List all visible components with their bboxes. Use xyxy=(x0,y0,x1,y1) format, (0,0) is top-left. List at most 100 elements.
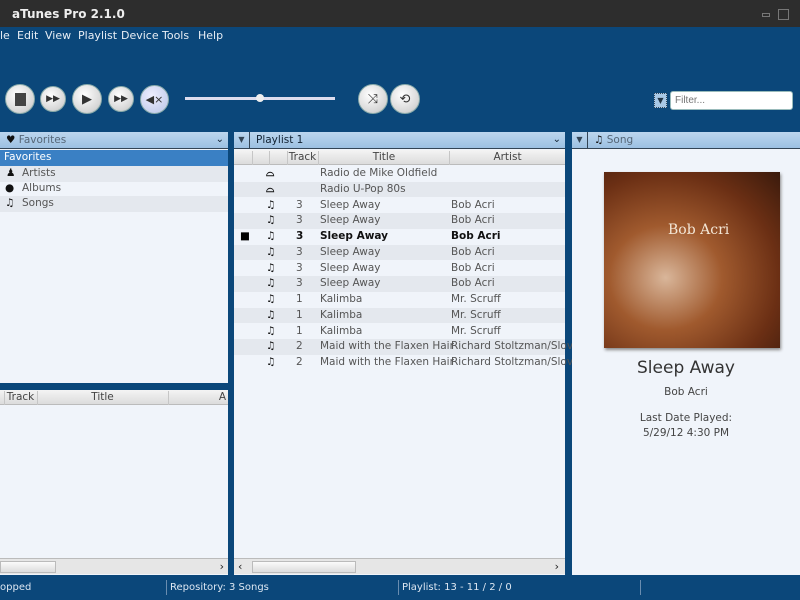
minimize-button[interactable] xyxy=(762,13,770,17)
table-row[interactable]: ♫ 3 Sleep Away Bob Acri xyxy=(234,244,565,261)
menu-edit[interactable]: Edit xyxy=(17,29,38,42)
title-cell: Radio de Mike Oldfield xyxy=(320,167,438,179)
title-cell: Sleep Away xyxy=(320,214,381,227)
table-row[interactable]: ⌓ Radio de Mike Oldfield xyxy=(234,166,565,182)
shuffle-button[interactable]: ⤨ xyxy=(358,84,388,114)
track-cell: 1 xyxy=(296,324,303,337)
tree-item-artists[interactable]: ♟ Artists xyxy=(0,166,228,182)
previous-button[interactable]: ▶▶ xyxy=(40,86,66,112)
table-row[interactable]: ■ ♫ 3 Sleep Away Bob Acri xyxy=(234,229,565,245)
playlist-selector-label: Playlist 1 xyxy=(256,134,304,146)
column-track[interactable]: Track xyxy=(4,391,36,405)
filter-options-button[interactable]: ▼ xyxy=(654,93,667,108)
artist-cell: Bob Acri xyxy=(451,198,495,211)
music-note-icon: ♫ xyxy=(266,230,276,242)
stop-icon xyxy=(14,92,26,106)
scroll-left-icon[interactable]: ‹ xyxy=(238,560,242,573)
table-row[interactable]: ♫ 1 Kalimba Mr. Scruff xyxy=(234,324,565,340)
table-row[interactable]: ♫ 3 Sleep Away Bob Acri xyxy=(234,198,565,214)
table-header: Track Title Artist xyxy=(234,150,565,165)
table-row[interactable]: ♫ 3 Sleep Away Bob Acri xyxy=(234,276,565,292)
song-info-panel: ▼ ♫ Song Bob Acri Sleep Away Bob Acri La… xyxy=(572,132,800,575)
chevron-down-icon: ⌄ xyxy=(215,134,224,145)
person-icon: ♟ xyxy=(6,167,16,179)
column-track[interactable]: Track xyxy=(287,151,317,165)
track-cell: 2 xyxy=(296,356,303,368)
album-cover: Bob Acri xyxy=(604,172,780,348)
stop-button[interactable] xyxy=(5,84,35,114)
column-artist[interactable]: Artist xyxy=(449,151,565,165)
table-row[interactable]: ♫ 2 Maid with the Flaxen Hair Richard Stolt… xyxy=(234,355,579,371)
tree-item-albums[interactable]: ● Albums xyxy=(0,181,228,197)
track-cell: 2 xyxy=(296,340,303,353)
title-bar: aTunes Pro 2.1.0 xyxy=(0,0,800,27)
scroll-right-icon[interactable]: › xyxy=(555,560,559,573)
navigator-selector[interactable]: ♥ Favorites ⌄ xyxy=(0,132,228,149)
artist-cell: Bob Acri xyxy=(451,277,495,290)
menu-help[interactable]: Help xyxy=(198,29,223,42)
filter-input[interactable] xyxy=(670,91,793,110)
title-cell: Sleep Away xyxy=(320,261,381,274)
playlist-menu-icon[interactable]: ▼ xyxy=(234,132,250,149)
track-cell: 3 xyxy=(296,230,304,242)
music-note-icon: ♫ xyxy=(266,340,276,353)
scroll-thumb[interactable] xyxy=(252,561,356,573)
mute-button[interactable]: ◀× xyxy=(140,85,169,114)
title-cell: Maid with the Flaxen Hair xyxy=(320,340,454,353)
player-status: opped xyxy=(0,582,32,593)
play-button[interactable]: ▶ xyxy=(72,84,102,114)
playlist-selector[interactable]: ▼ Playlist 1 ⌄ xyxy=(234,132,565,149)
music-note-icon: ♫ xyxy=(594,134,604,146)
playing-indicator-icon: ■ xyxy=(240,230,250,242)
radio-icon: ⌓ xyxy=(266,182,275,195)
navigator-selector-label: Favorites xyxy=(18,134,67,146)
title-cell: Kalimba xyxy=(320,308,363,321)
playlist-status: Playlist: 13 - 11 / 2 / 0 xyxy=(402,582,512,593)
horizontal-scrollbar[interactable]: › xyxy=(0,558,228,574)
volume-knob[interactable] xyxy=(256,94,264,102)
column-title[interactable]: Title xyxy=(318,151,449,165)
table-row[interactable]: ⌓ Radio U-Pop 80s xyxy=(234,181,565,198)
title-cell: Sleep Away xyxy=(320,245,381,258)
table-row[interactable]: ♫ 3 Sleep Away Bob Acri xyxy=(234,213,565,229)
repeat-button[interactable]: ⟲ xyxy=(390,84,420,114)
menu-view[interactable]: View xyxy=(45,29,71,42)
horizontal-scrollbar[interactable]: ‹ › xyxy=(234,558,565,574)
menu-playlist[interactable]: Playlist xyxy=(78,29,117,42)
artist-cell: Mr. Scruff xyxy=(451,308,501,321)
tree-root[interactable]: Favorites xyxy=(0,150,228,166)
playlist-panel: ▼ Playlist 1 ⌄ Track Title Artist ⌓ Radio… xyxy=(234,132,579,575)
chevron-down-icon: ⌄ xyxy=(552,134,561,145)
column-title[interactable]: Title xyxy=(37,391,167,405)
table-row[interactable]: ♫ 3 Sleep Away Bob Acri xyxy=(234,261,565,277)
track-cell: 3 xyxy=(296,245,303,258)
song-title: Sleep Away xyxy=(637,358,735,378)
title-cell: Maid with the Flaxen Hair xyxy=(320,356,454,368)
shuffle-icon: ⤨ xyxy=(367,91,379,107)
song-panel-menu-icon[interactable]: ▼ xyxy=(572,132,588,149)
music-note-icon: ♫ xyxy=(266,308,276,321)
scroll-right-icon[interactable]: › xyxy=(220,560,224,573)
menu-file[interactable]: le xyxy=(0,29,10,42)
next-button[interactable]: ▶▶ xyxy=(108,86,134,112)
artist-cell: Bob Acri xyxy=(451,214,495,227)
table-row[interactable]: ♫ 1 Kalimba Mr. Scruff xyxy=(234,292,565,308)
artist-cell: Bob Acri xyxy=(451,230,501,242)
last-played-label: Last Date Played: xyxy=(639,412,733,424)
column-status xyxy=(252,151,268,165)
table-row[interactable]: ♫ 2 Maid with the Flaxen Hair Richard Stolt… xyxy=(234,339,579,355)
scroll-thumb[interactable] xyxy=(0,561,56,573)
column-artist[interactable]: A xyxy=(168,391,228,405)
music-note-icon: ♫ xyxy=(5,197,15,209)
tree-item-songs[interactable]: ♫ Songs xyxy=(0,196,228,212)
volume-slider[interactable] xyxy=(185,94,335,102)
window-title: aTunes Pro 2.1.0 xyxy=(12,7,125,21)
menu-tools[interactable]: Tools xyxy=(162,29,189,42)
song-panel-header: ▼ ♫ Song xyxy=(572,132,800,149)
maximize-button[interactable] xyxy=(778,9,789,20)
table-row[interactable]: ♫ 1 Kalimba Mr. Scruff xyxy=(234,307,565,324)
music-note-icon: ♫ xyxy=(266,324,276,337)
title-cell: Radio U-Pop 80s xyxy=(320,182,406,195)
menu-device[interactable]: Device xyxy=(121,29,159,42)
table-header: Track Title A xyxy=(0,390,228,405)
